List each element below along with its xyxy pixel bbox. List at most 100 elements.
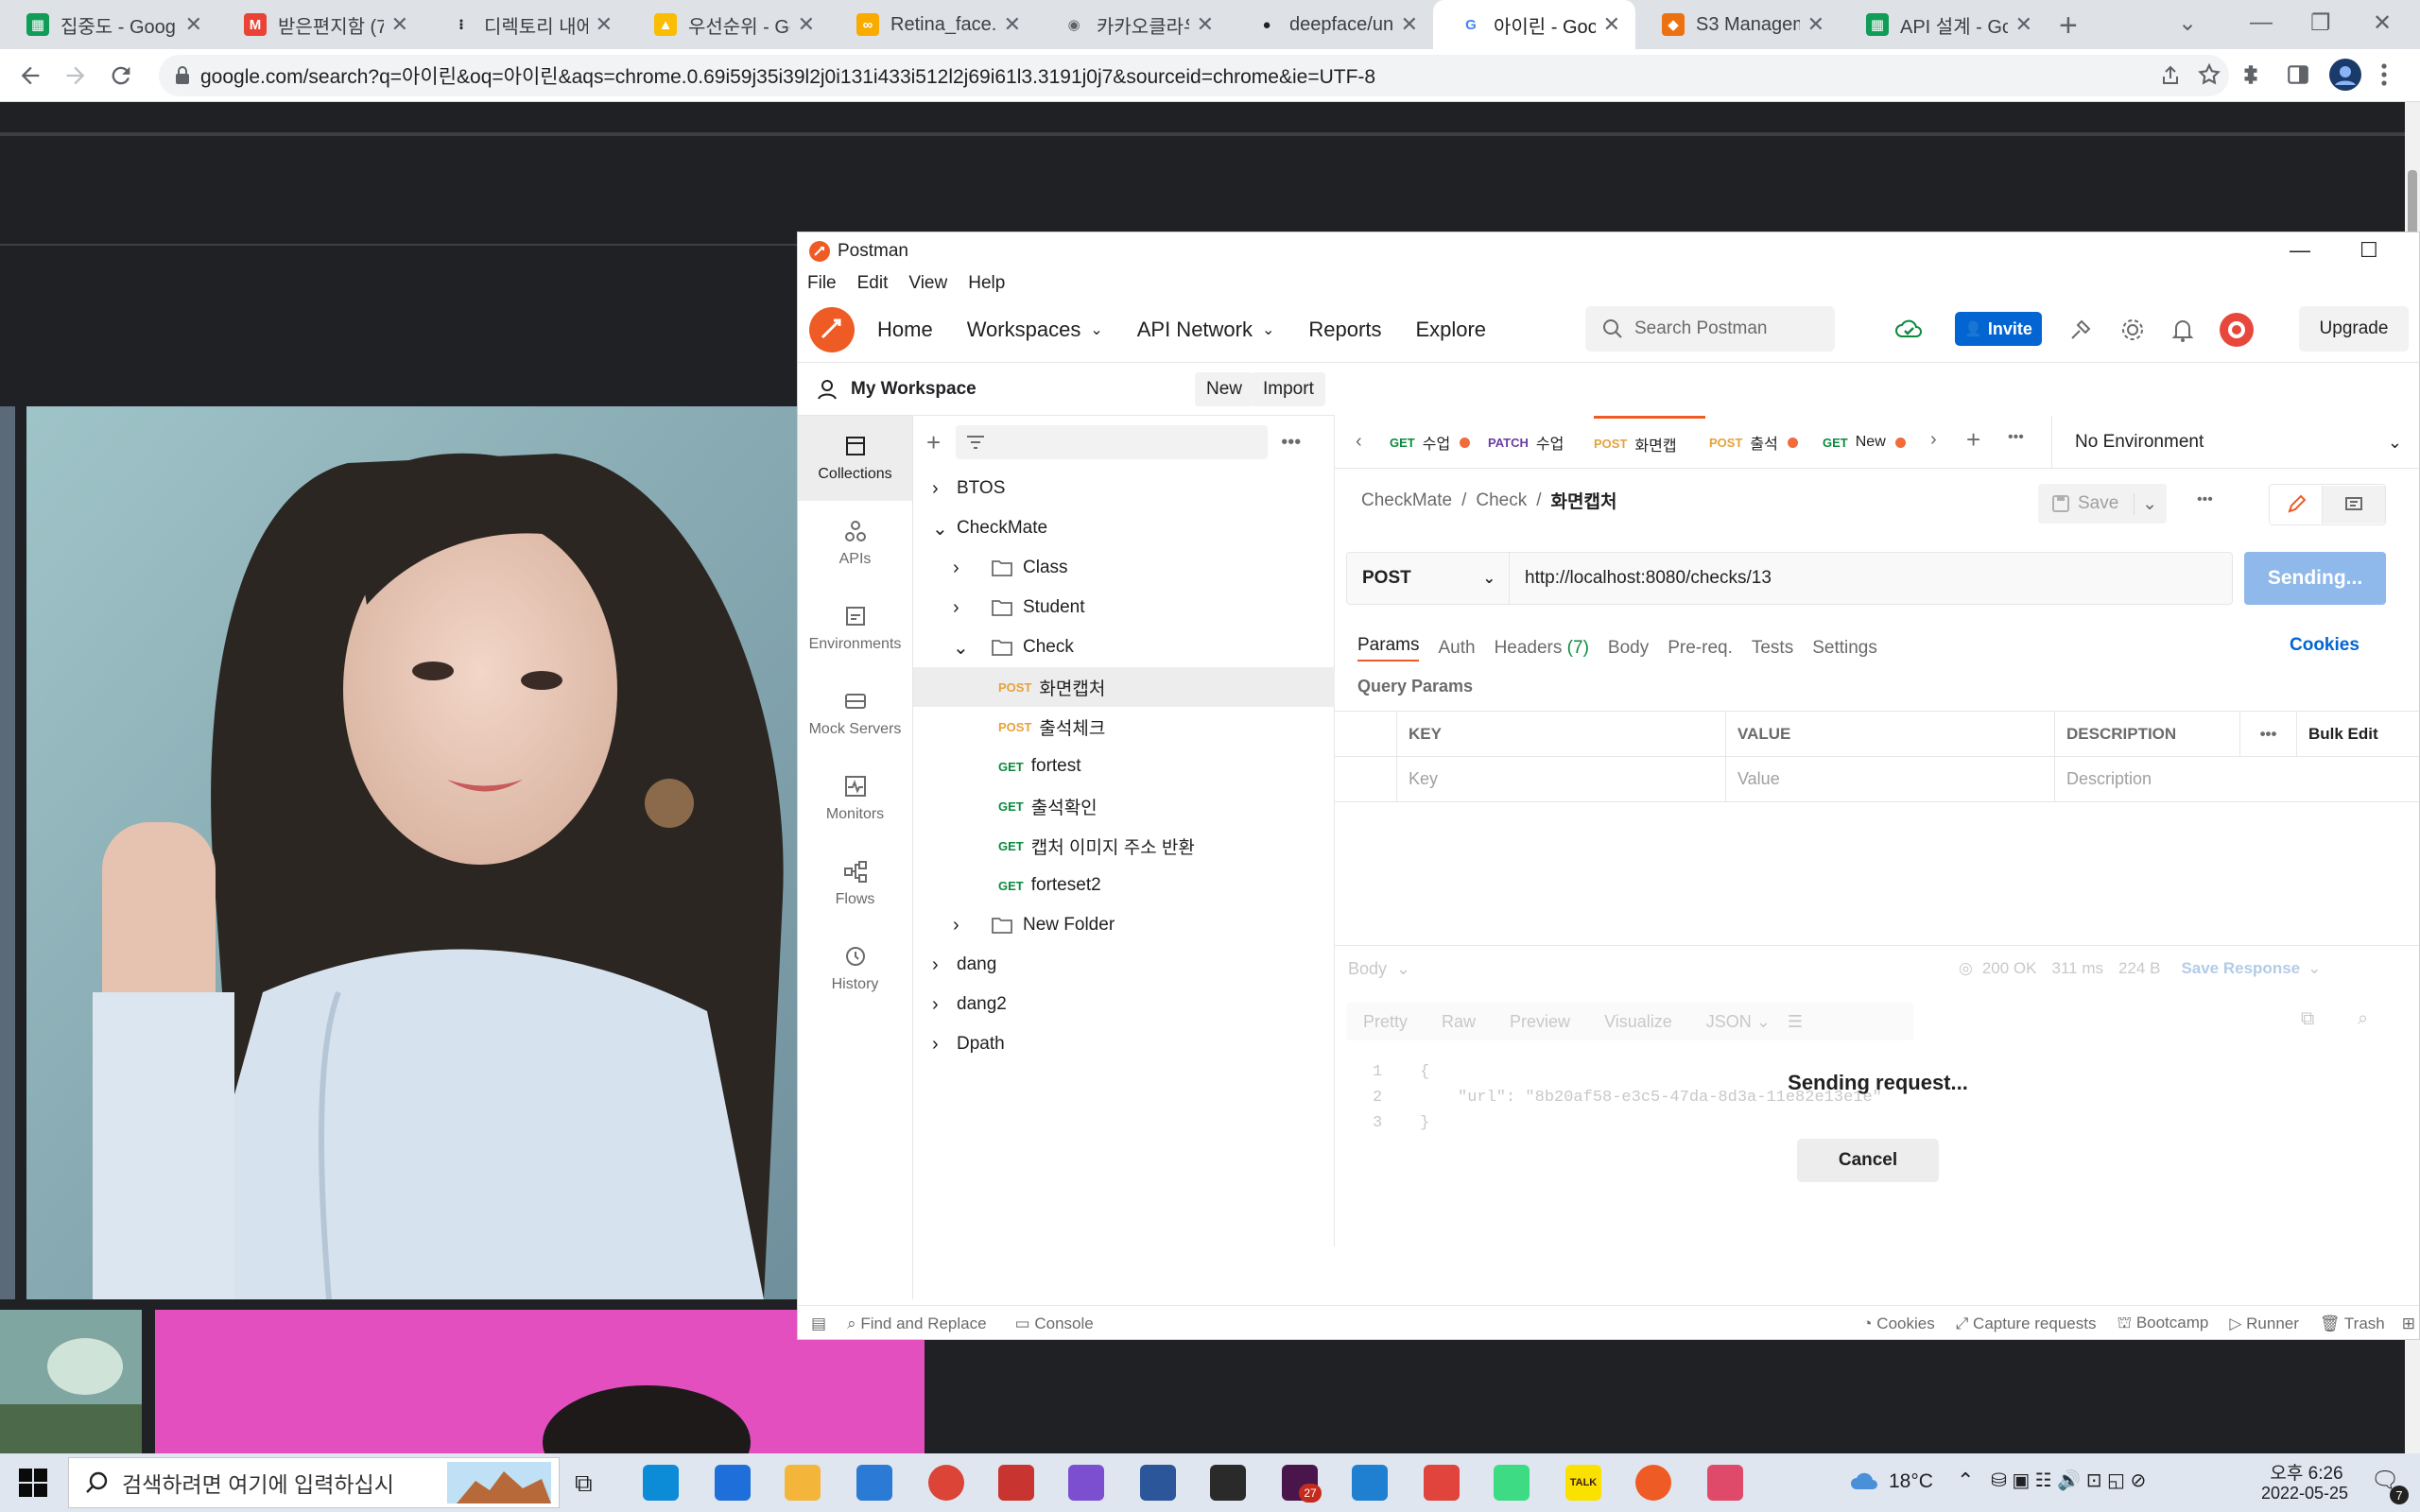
- cookies-button[interactable]: ◔ Cookies: [1862, 1314, 1934, 1333]
- request-item[interactable]: GET 캡처 이미지 주소 반환: [913, 826, 1335, 866]
- chevron-right-icon[interactable]: ›: [953, 597, 977, 619]
- chevron-right-icon[interactable]: ›: [932, 954, 957, 976]
- close-tab-icon[interactable]: ✕: [996, 12, 1021, 37]
- nav-home[interactable]: Home: [877, 318, 933, 342]
- profile-avatar[interactable]: [2329, 59, 2361, 91]
- new-button[interactable]: New: [1195, 372, 1254, 406]
- settings-gear-icon[interactable]: [2119, 317, 2146, 343]
- breadcrumb-request[interactable]: 화면캡처: [1551, 488, 1617, 513]
- chevron-down-icon[interactable]: ⌄: [932, 517, 957, 541]
- search-postman-input[interactable]: Search Postman: [1585, 306, 1835, 352]
- collection-item[interactable]: › BTOS: [913, 469, 1335, 508]
- bookmark-star-icon[interactable]: [2197, 62, 2221, 87]
- satellite-icon[interactable]: [2068, 318, 2093, 342]
- chrome-icon[interactable]: [928, 1465, 964, 1501]
- find-replace-button[interactable]: ⌕ Find and Replace: [847, 1314, 987, 1333]
- wrap-lines-icon[interactable]: ☰: [1788, 1012, 1803, 1032]
- request-item[interactable]: POST 출석체크: [913, 707, 1335, 747]
- sidebar-item-collections[interactable]: Collections: [798, 416, 912, 501]
- browser-tab[interactable]: ▲ 우선순위 - Go ✕: [628, 0, 830, 49]
- collection-item[interactable]: › dang: [913, 945, 1335, 985]
- taskbar-search-input[interactable]: 검색하려면 여기에 입력하십시: [68, 1457, 560, 1508]
- sync-cloud-icon[interactable]: [1894, 316, 1923, 342]
- tab-preview[interactable]: Preview: [1493, 1012, 1587, 1032]
- minimize-button[interactable]: —: [2250, 9, 2273, 36]
- copy-icon[interactable]: ⧉: [2301, 1008, 2314, 1030]
- app-icon[interactable]: [1424, 1465, 1460, 1501]
- request-item[interactable]: GET 출석확인: [913, 786, 1335, 826]
- browser-tab[interactable]: ◆ S3 Manageme✕: [1635, 0, 1840, 49]
- store-icon[interactable]: [715, 1465, 751, 1501]
- cookies-link[interactable]: Cookies: [2290, 635, 2360, 656]
- trash-button[interactable]: 🗑 Trash: [2320, 1314, 2385, 1333]
- invite-button[interactable]: 👤 Invite: [1955, 312, 2042, 346]
- folder-item[interactable]: › New Folder: [913, 905, 1335, 945]
- postman-home-logo-icon[interactable]: [809, 306, 855, 352]
- browser-tab[interactable]: M 받은편지함 (7 ✕: [217, 0, 424, 49]
- postman-icon[interactable]: [1635, 1465, 1671, 1501]
- collection-item[interactable]: ⌄ CheckMate: [913, 508, 1335, 548]
- chrome-menu-icon[interactable]: [2380, 62, 2388, 87]
- side-panel-icon[interactable]: [2286, 62, 2310, 87]
- tab-body[interactable]: Body: [1608, 638, 1649, 659]
- weather-temperature[interactable]: 18°C: [1889, 1470, 1933, 1493]
- restore-button[interactable]: ❐: [2310, 9, 2331, 37]
- request-url-input[interactable]: http://localhost:8080/checks/13: [1510, 568, 1772, 589]
- sticky-notes-icon[interactable]: [1210, 1465, 1246, 1501]
- chevron-down-icon[interactable]: ⌄: [2134, 492, 2157, 515]
- request-item[interactable]: GET forteset2: [913, 866, 1335, 905]
- workspace-name[interactable]: My Workspace: [851, 379, 977, 400]
- tab-prereq[interactable]: Pre-req.: [1668, 638, 1733, 659]
- weather-cloud-icon[interactable]: [1849, 1469, 1879, 1493]
- kakaotalk-icon[interactable]: TALK: [1565, 1465, 1601, 1501]
- image-thumbnail[interactable]: [0, 1310, 142, 1453]
- method-select[interactable]: POST ⌄: [1347, 553, 1510, 604]
- sidebar-item-apis[interactable]: APIs: [798, 501, 912, 586]
- close-tab-icon[interactable]: ✕: [178, 12, 202, 37]
- more-options-icon[interactable]: •••: [1281, 432, 1301, 454]
- new-tab-button[interactable]: +: [2059, 8, 2078, 44]
- chevron-right-icon[interactable]: ›: [932, 1034, 957, 1056]
- filter-input[interactable]: [956, 425, 1269, 459]
- request-tab[interactable]: POST 화면캡: [1594, 416, 1705, 469]
- tray-icons[interactable]: ⛁ ▣ ☷ 🔊 ⊡ ◱ ⊘: [1991, 1469, 2146, 1492]
- menu-file[interactable]: File: [807, 273, 837, 294]
- folder-item[interactable]: ⌄ Check: [913, 627, 1335, 667]
- reload-icon[interactable]: [108, 62, 134, 89]
- cancel-request-button[interactable]: Cancel: [1797, 1139, 1939, 1182]
- chevron-right-icon[interactable]: ›: [932, 478, 957, 500]
- clock-date[interactable]: 2022-05-25: [2246, 1484, 2363, 1503]
- nav-api-network[interactable]: API Network ⌄: [1137, 318, 1275, 342]
- close-tab-icon[interactable]: ✕: [1189, 12, 1214, 37]
- visual-studio-icon[interactable]: [1068, 1465, 1104, 1501]
- tab-visualize[interactable]: Visualize: [1587, 1012, 1689, 1032]
- vscode-icon[interactable]: [1352, 1465, 1388, 1501]
- minimize-button[interactable]: —: [2290, 238, 2310, 263]
- chevron-left-icon[interactable]: ‹: [1356, 431, 1362, 453]
- add-collection-icon[interactable]: +: [926, 428, 941, 457]
- send-button[interactable]: Sending...: [2244, 552, 2386, 605]
- folder-item[interactable]: › Class: [913, 548, 1335, 588]
- tab-headers[interactable]: Headers (7): [1495, 638, 1589, 659]
- nav-workspaces[interactable]: Workspaces ⌄: [967, 318, 1103, 342]
- chevron-right-icon[interactable]: ›: [932, 994, 957, 1016]
- word-icon[interactable]: [1140, 1465, 1176, 1501]
- environment-select[interactable]: No Environment ⌄: [2051, 416, 2419, 469]
- value-input[interactable]: Value: [1726, 757, 2055, 801]
- menu-edit[interactable]: Edit: [857, 273, 889, 294]
- sidebar-item-mock-servers[interactable]: Mock Servers: [798, 671, 912, 756]
- close-tab-icon[interactable]: ✕: [1596, 12, 1620, 37]
- request-tab[interactable]: PATCH 수업: [1488, 416, 1590, 469]
- browser-tab[interactable]: ◉ 카카오클라우드✕: [1036, 0, 1229, 49]
- two-pane-icon[interactable]: ⊞: [2402, 1314, 2415, 1333]
- mail-icon[interactable]: [856, 1465, 892, 1501]
- request-tab[interactable]: GET New: [1823, 416, 1921, 469]
- browser-tab[interactable]: ▦ 집중도 - Goog ✕: [0, 0, 217, 49]
- close-tab-icon[interactable]: ✕: [588, 12, 613, 37]
- sidebar-item-monitors[interactable]: Monitors: [798, 756, 912, 841]
- tab-tests[interactable]: Tests: [1752, 638, 1793, 659]
- menu-view[interactable]: View: [908, 273, 947, 294]
- bulk-edit-button[interactable]: Bulk Edit: [2297, 712, 2419, 756]
- request-tab[interactable]: GET 수업: [1390, 416, 1484, 469]
- close-tab-icon[interactable]: ✕: [790, 12, 815, 37]
